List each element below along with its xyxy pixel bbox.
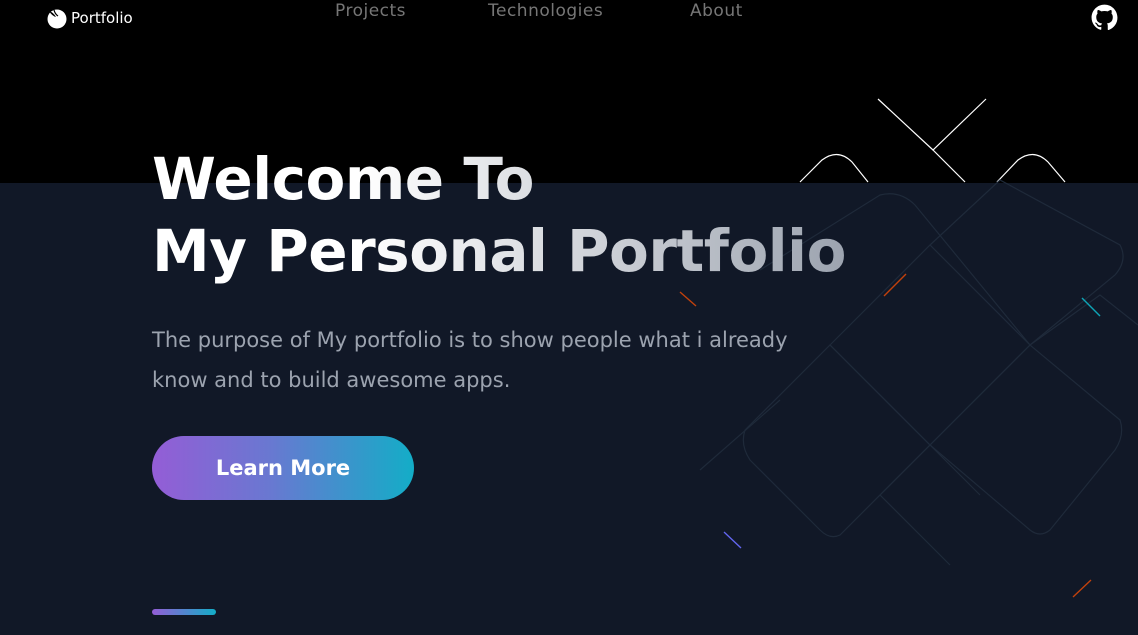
portfolio-logo-icon [47, 9, 67, 29]
site-header: Portfolio Projects Technologies About [0, 0, 1138, 36]
learn-more-button[interactable]: Learn More [152, 436, 414, 500]
nav-about[interactable]: About [690, 0, 780, 22]
hero-title-line-2: My Personal Portfolio [152, 217, 846, 285]
section-divider [152, 609, 216, 615]
background-decoration [679, 98, 1138, 598]
portfolio-page: Portfolio Projects Technologies About We… [0, 0, 1138, 635]
hero-title: Welcome To My Personal Portfolio [152, 143, 846, 287]
brand-name: Portfolio [71, 9, 133, 27]
nav-projects[interactable]: Projects [335, 0, 445, 22]
github-icon[interactable] [1091, 4, 1118, 31]
brand-link[interactable]: Portfolio [45, 7, 133, 29]
nav-technologies[interactable]: Technologies [488, 0, 648, 22]
hero-title-line-1: Welcome To [152, 145, 535, 213]
hero-description: The purpose of My portfolio is to show p… [152, 328, 788, 392]
